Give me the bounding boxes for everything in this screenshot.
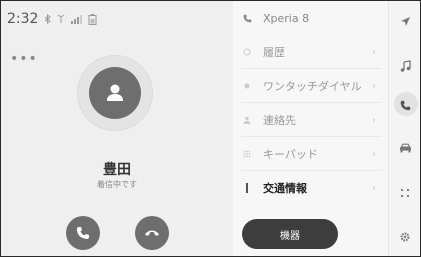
menu-item-label: 連絡先 — [263, 114, 296, 127]
phone-icon — [400, 100, 410, 110]
clock: 2:32 — [7, 11, 39, 27]
phone-icon — [241, 14, 253, 23]
rail-navigation[interactable] — [389, 7, 420, 35]
menu-item-label: 交通情報 — [263, 182, 307, 195]
menu-item-traffic-info[interactable]: 交通情報 › — [233, 171, 388, 205]
call-status-text: 着信中です — [97, 180, 137, 189]
phone-hangup-icon — [145, 230, 159, 236]
rail-settings[interactable] — [389, 223, 420, 251]
device-button[interactable]: 機器 — [242, 219, 338, 249]
menu-item-keypad[interactable]: キーパッド › — [233, 137, 388, 171]
navigation-icon — [400, 16, 410, 26]
rail-apps[interactable] — [389, 179, 420, 207]
side-rail — [388, 1, 420, 256]
menu-item-label: ワンタッチダイヤル — [263, 80, 362, 93]
battery-icon — [88, 13, 97, 25]
music-icon — [400, 60, 411, 72]
head-unit-screen: 2:32 ••• 豊田 着信中です Xperia 8 履歴 › ワンタッチダイヤ… — [0, 0, 421, 257]
bluetooth-icon — [44, 14, 52, 24]
history-icon — [241, 48, 253, 56]
chevron-right-icon: › — [372, 114, 376, 126]
avatar — [77, 55, 153, 131]
menu-item-label: 履歴 — [263, 46, 285, 59]
car-icon — [399, 143, 411, 153]
menu-item-label: キーパッド — [263, 148, 318, 161]
contact-name: 豊田 — [103, 162, 131, 178]
menu-item-contacts[interactable]: 連絡先 › — [233, 103, 388, 137]
phone-answer-icon — [77, 227, 89, 239]
device-name: Xperia 8 — [263, 11, 310, 25]
more-options-icon[interactable]: ••• — [10, 51, 38, 67]
rail-phone[interactable] — [389, 91, 420, 119]
signal-bars-icon — [71, 14, 83, 24]
menu-item-one-touch-dial[interactable]: ワンタッチダイヤル › — [233, 69, 388, 103]
person-icon — [89, 67, 141, 119]
chevron-right-icon: › — [372, 182, 376, 194]
status-bar: 2:32 — [7, 9, 103, 29]
answer-call-button[interactable] — [66, 216, 100, 250]
phone-menu: Xperia 8 履歴 › ワンタッチダイヤル › 連絡先 › キーパッド › … — [233, 1, 388, 256]
menu-item-history[interactable]: 履歴 › — [233, 35, 388, 69]
rail-music[interactable] — [389, 52, 420, 80]
chevron-right-icon: › — [372, 80, 376, 92]
device-row: Xperia 8 — [233, 1, 388, 35]
incoming-call-panel: 2:32 ••• 豊田 着信中です — [1, 1, 233, 256]
settings-icon — [400, 232, 410, 242]
traffic-info-icon — [241, 183, 253, 193]
chevron-right-icon: › — [372, 46, 376, 58]
hang-up-button[interactable] — [135, 216, 169, 250]
keypad-icon — [241, 150, 253, 158]
signal-strength-icon — [57, 14, 65, 24]
contacts-icon — [241, 116, 253, 124]
rail-car[interactable] — [389, 134, 420, 162]
apps-icon — [400, 188, 410, 198]
chevron-right-icon: › — [372, 148, 376, 160]
one-touch-dial-icon — [241, 83, 253, 89]
